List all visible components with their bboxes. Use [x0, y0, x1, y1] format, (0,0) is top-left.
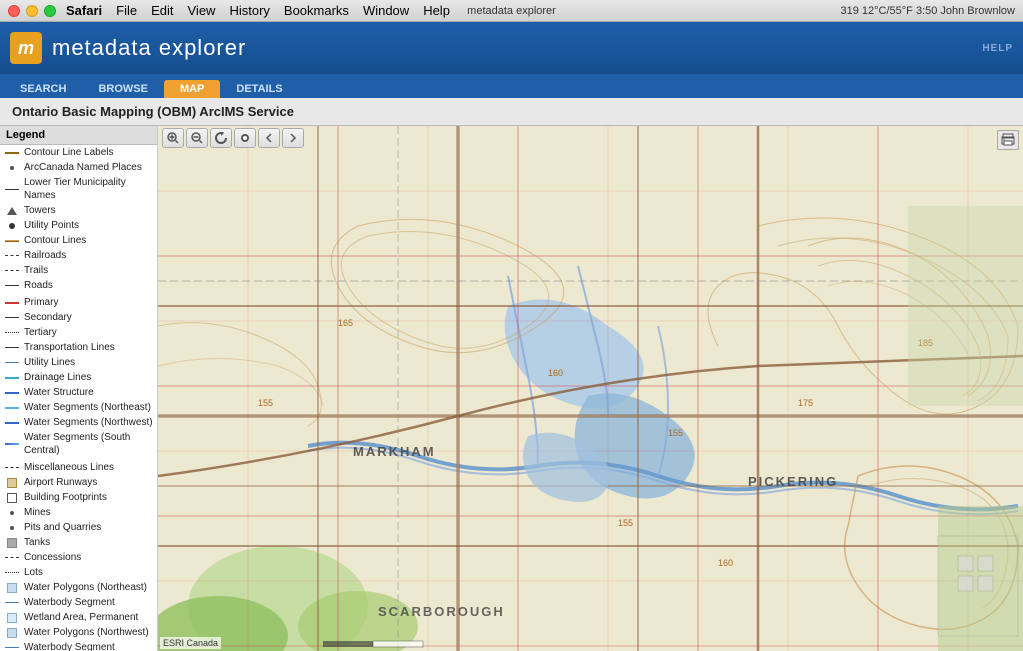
print-button[interactable] [997, 130, 1019, 150]
close-button[interactable] [8, 5, 20, 17]
menu-bar: Safari File Edit View History Bookmarks … [66, 3, 450, 18]
zoom-in-button[interactable] [162, 128, 184, 148]
menu-window[interactable]: Window [363, 3, 409, 18]
list-item: Miscellaneous Lines [0, 458, 157, 475]
menu-help[interactable]: Help [423, 3, 450, 18]
refresh-button[interactable] [210, 128, 232, 148]
app-header: m metadata explorer HELP [0, 22, 1023, 74]
list-item: Transportation Lines [0, 340, 157, 355]
map-image: 160 155 175 185 165 155 160 155 MARKHAM … [158, 126, 1023, 651]
main-content: Legend Contour Line Labels ArcCanada Nam… [0, 126, 1023, 651]
list-item: Trails [0, 263, 157, 278]
status-info: 319 12°C/55°F 3:50 John Brownlow [840, 5, 1015, 17]
menu-bookmarks[interactable]: Bookmarks [284, 3, 349, 18]
list-item: Lower Tier Municipality Names [0, 175, 157, 203]
svg-text:155: 155 [258, 398, 273, 408]
list-item: Water Segments (Northwest) [0, 415, 157, 430]
nav-tabs: SEARCH BROWSE MAP DETAILS [0, 74, 1023, 98]
svg-text:PICKERING: PICKERING [748, 474, 838, 489]
list-item: Water Structure [0, 385, 157, 400]
menu-file[interactable]: File [116, 3, 137, 18]
list-item: Pits and Quarries [0, 520, 157, 535]
list-item: Water Segments (Northeast) [0, 400, 157, 415]
list-item: Wetland Area, Permanent [0, 610, 157, 625]
back-button[interactable] [258, 128, 280, 148]
tab-browse[interactable]: BROWSE [82, 80, 164, 98]
list-item: Utility Points [0, 218, 157, 233]
menu-safari[interactable]: Safari [66, 3, 102, 18]
menu-edit[interactable]: Edit [151, 3, 173, 18]
svg-text:155: 155 [668, 428, 683, 438]
list-item: Contour Lines [0, 233, 157, 248]
tab-map[interactable]: MAP [164, 80, 220, 98]
list-item: Towers [0, 203, 157, 218]
legend-header: Legend [0, 126, 157, 145]
forward-button[interactable] [282, 128, 304, 148]
svg-text:SCARBOROUGH: SCARBOROUGH [378, 604, 505, 619]
app-title: metadata explorer [52, 35, 246, 61]
list-item: Airport Runways [0, 475, 157, 490]
map-toolbar [162, 128, 304, 148]
list-item: Mines [0, 505, 157, 520]
help-link[interactable]: HELP [982, 43, 1013, 54]
list-item: Lots [0, 565, 157, 580]
list-item: Contour Line Labels [0, 145, 157, 160]
status-bar: 319 12°C/55°F 3:50 John Brownlow [840, 5, 1015, 17]
title-bar: Safari File Edit View History Bookmarks … [0, 0, 1023, 22]
map-attribution: ESRI Canada [160, 637, 221, 649]
svg-text:175: 175 [798, 398, 813, 408]
window-title: metadata explorer [467, 5, 556, 17]
svg-text:165: 165 [338, 318, 353, 328]
app-logo: m [10, 32, 42, 64]
window-controls [8, 5, 56, 17]
menu-history[interactable]: History [229, 3, 269, 18]
svg-text:155: 155 [618, 518, 633, 528]
list-item: Roads [0, 278, 157, 293]
list-item: Water Polygons (Northeast) [0, 580, 157, 595]
list-item: ArcCanada Named Places [0, 160, 157, 175]
page-title: Ontario Basic Mapping (OBM) ArcIMS Servi… [0, 98, 1023, 126]
zoom-out-button[interactable] [186, 128, 208, 148]
legend-panel: Legend Contour Line Labels ArcCanada Nam… [0, 126, 158, 651]
map-container[interactable]: 160 155 175 185 165 155 160 155 MARKHAM … [158, 126, 1023, 651]
list-item: Waterbody Segment [0, 640, 157, 651]
list-item: Primary [0, 293, 157, 310]
list-item: Water Segments (South Central) [0, 430, 157, 458]
zoom-button[interactable] [44, 5, 56, 17]
tab-search[interactable]: SEARCH [4, 80, 82, 98]
list-item: Secondary [0, 310, 157, 325]
svg-text:160: 160 [718, 558, 733, 568]
list-item: Utility Lines [0, 355, 157, 370]
list-item: Waterbody Segment [0, 595, 157, 610]
list-item: Drainage Lines [0, 370, 157, 385]
list-item: Building Footprints [0, 490, 157, 505]
svg-text:160: 160 [548, 368, 563, 378]
svg-text:MARKHAM: MARKHAM [353, 444, 436, 459]
list-item: Tertiary [0, 325, 157, 340]
full-extent-button[interactable] [234, 128, 256, 148]
list-item: Water Polygons (Northwest) [0, 625, 157, 640]
list-item: Railroads [0, 248, 157, 263]
list-item: Concessions [0, 550, 157, 565]
list-item: Tanks [0, 535, 157, 550]
minimize-button[interactable] [26, 5, 38, 17]
menu-view[interactable]: View [188, 3, 216, 18]
tab-details[interactable]: DETAILS [220, 80, 298, 98]
